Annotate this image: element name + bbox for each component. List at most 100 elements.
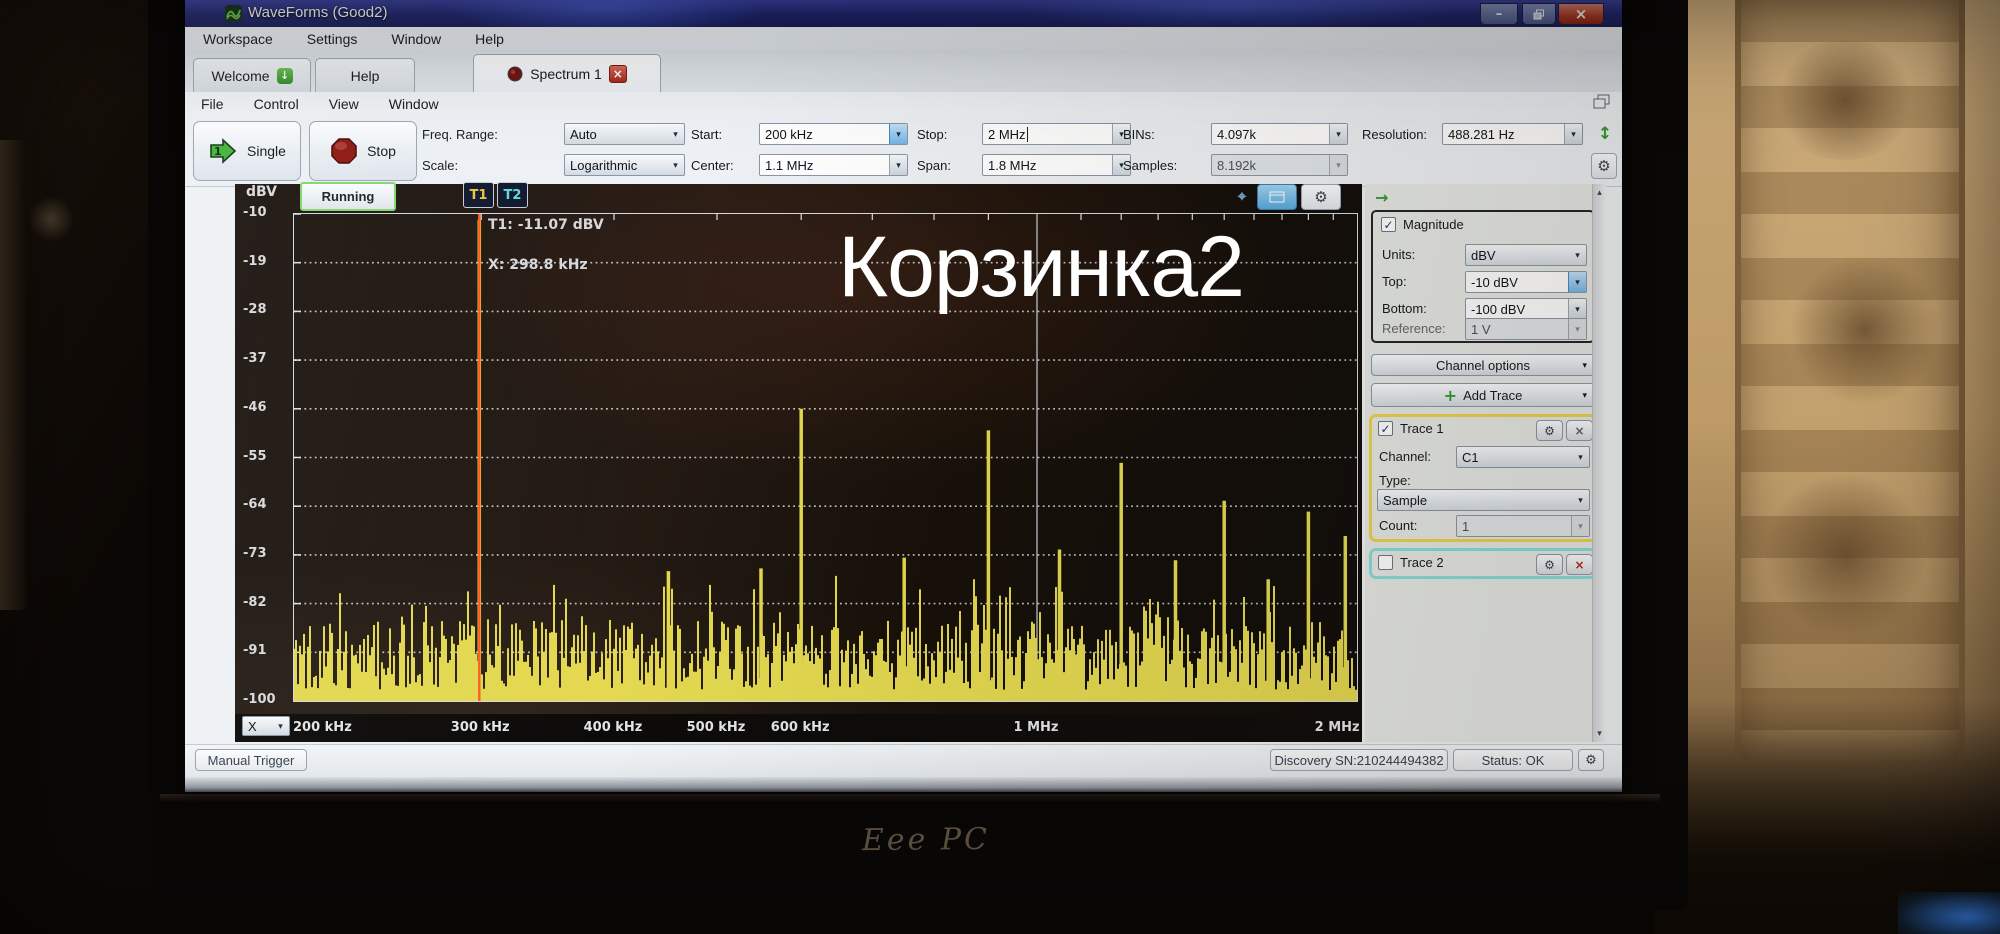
chevron-down-icon: ▾ [1571,516,1589,536]
start-label: Start: [691,127,723,142]
chevron-down-icon[interactable]: ▾ [667,155,684,175]
laptop-logo: Eee PC [861,821,991,859]
chevron-down-icon[interactable]: ▾ [1569,245,1586,265]
cursor-icon[interactable]: ⌖ [1231,184,1253,208]
gear-icon[interactable]: ⚙ [1301,184,1341,210]
menu-workspace[interactable]: Workspace [203,31,273,47]
stop-input[interactable]: 2 MHz ▾ [982,123,1131,145]
scroll-up-icon[interactable]: ▴ [1597,187,1602,198]
single-icon: 1 [210,138,237,164]
scale-select[interactable]: Logarithmic ▾ [564,154,685,176]
menu-file[interactable]: File [201,96,224,112]
minimize-button[interactable]: – [1480,3,1518,25]
resolution-select[interactable]: 488.281 Hz ▾ [1442,123,1583,145]
menu-help[interactable]: Help [475,31,504,47]
screen-bottom-edge [185,777,1622,792]
acquisition-status-button[interactable]: Running [300,182,396,211]
magnitude-row: ✓ Magnitude [1381,217,1464,232]
chevron-down-icon[interactable]: ▾ [1568,272,1586,292]
reference-select[interactable]: 1 V ▾ [1465,318,1587,340]
restore-button[interactable] [1522,3,1556,25]
tab-marker-t2[interactable]: T2 [497,182,528,208]
x-axis-selector[interactable]: X ▾ [242,716,290,736]
chevron-down-icon[interactable]: ▾ [1329,124,1347,144]
panel-scrollbar[interactable]: ▴ ▾ [1592,184,1606,742]
stop-label: Stop [367,143,396,159]
trace2-checkbox[interactable] [1378,555,1393,570]
top-select[interactable]: -10 dBV ▾ [1465,271,1587,293]
chevron-down-icon[interactable]: ▾ [1568,299,1586,319]
gear-icon[interactable]: ⚙ [1578,749,1604,771]
chevron-down-icon[interactable]: ▾ [667,124,684,144]
close-button[interactable]: × [1558,3,1604,25]
trace1-settings-button[interactable]: ⚙ [1536,420,1563,441]
trace1-type-select[interactable]: Sample ▾ [1377,489,1590,511]
center-value: 1.1 MHz [765,157,814,173]
center-input[interactable]: 1.1 MHz ▾ [759,154,908,176]
span-label: Span: [917,158,951,173]
trace2-close-button[interactable]: × [1566,554,1593,575]
reference-value: 1 V [1471,321,1491,337]
trace1-channel-value: C1 [1462,449,1479,465]
bins-select[interactable]: 4.097k ▾ [1211,123,1348,145]
stop-button[interactable]: Stop [309,121,417,181]
y-axis-unit: dBV [246,184,277,200]
trace1-label: Trace 1 [1400,421,1444,436]
x-tick-label: 400 kHz [583,720,643,735]
channel-side-panel: → ✓ Magnitude Units: dBV ▾ Top: -10 dBV ▾ … [1365,184,1606,742]
y-tick-label: -73 [243,545,267,561]
start-input[interactable]: 200 kHz ▾ [759,123,908,145]
y-tick-label: -46 [243,399,267,415]
chevron-down-icon[interactable]: ▾ [1572,447,1589,467]
span-input[interactable]: 1.8 MHz ▾ [982,154,1131,176]
trace1-count-select[interactable]: 1 ▾ [1456,515,1590,537]
menu-control[interactable]: Control [254,96,299,112]
channel-options-button[interactable]: Channel options ▾ [1371,354,1595,376]
chevron-down-icon[interactable]: ▾ [889,155,907,175]
span-value: 1.8 MHz [988,157,1037,173]
gear-icon[interactable]: ⚙ [1591,153,1617,179]
units-select[interactable]: dBV ▾ [1465,244,1587,266]
close-icon: × [1574,5,1588,23]
scale-label: Scale: [422,158,459,173]
trace1-type-label: Type: [1379,473,1411,488]
trace1-checkbox[interactable]: ✓ [1378,421,1393,436]
x-tick-label: 600 kHz [770,720,830,735]
tab-close-icon[interactable]: × [608,64,627,83]
chevron-down-icon[interactable]: ▾ [1564,124,1582,144]
channel-options-label: Channel options [1436,357,1530,373]
scroll-down-icon[interactable]: ▾ [1597,728,1602,739]
chevron-down-icon[interactable]: ▾ [272,717,289,735]
chevron-down-icon[interactable]: ▾ [1572,490,1589,510]
trace1-close-button[interactable]: × [1566,420,1593,441]
manual-trigger-button[interactable]: Manual Trigger [195,749,307,771]
undock-icon[interactable] [1593,94,1611,110]
menu-settings[interactable]: Settings [307,31,358,47]
tab-help[interactable]: Help [315,58,415,92]
y-tick-label: -10 [243,205,267,220]
led-glow [1898,892,2000,934]
menu-window2[interactable]: Window [389,96,439,112]
tab-welcome[interactable]: Welcome ↓ [193,58,311,92]
x-tick-label: 200 kHz [293,720,352,735]
tab-spectrum[interactable]: Spectrum 1 × [473,54,661,92]
trace2-settings-button[interactable]: ⚙ [1536,554,1563,575]
samples-label: Samples: [1123,158,1178,173]
tab-marker-t1[interactable]: T1 [463,182,494,208]
samples-select[interactable]: 8.192k ▾ [1211,154,1348,176]
updown-arrow-icon[interactable]: ↕ [1593,122,1617,146]
freq-range-select[interactable]: Auto ▾ [564,123,685,145]
collapse-panel-arrow-icon[interactable]: → [1375,188,1388,207]
single-button[interactable]: 1 Single [193,121,301,181]
add-trace-button[interactable]: + Add Trace ▾ [1371,383,1595,407]
run-status-label: Running [321,189,375,204]
stop-freq-label: Stop: [917,127,948,142]
menu-window[interactable]: Window [391,31,441,47]
menu-view[interactable]: View [329,96,359,112]
trace1-channel-select[interactable]: C1 ▾ [1456,446,1590,468]
dock-view-button[interactable] [1257,184,1297,210]
bins-label: BINs: [1123,127,1155,142]
bottom-select[interactable]: -100 dBV ▾ [1465,298,1587,320]
chevron-down-icon[interactable]: ▾ [889,124,907,144]
magnitude-checkbox[interactable]: ✓ [1381,217,1396,232]
